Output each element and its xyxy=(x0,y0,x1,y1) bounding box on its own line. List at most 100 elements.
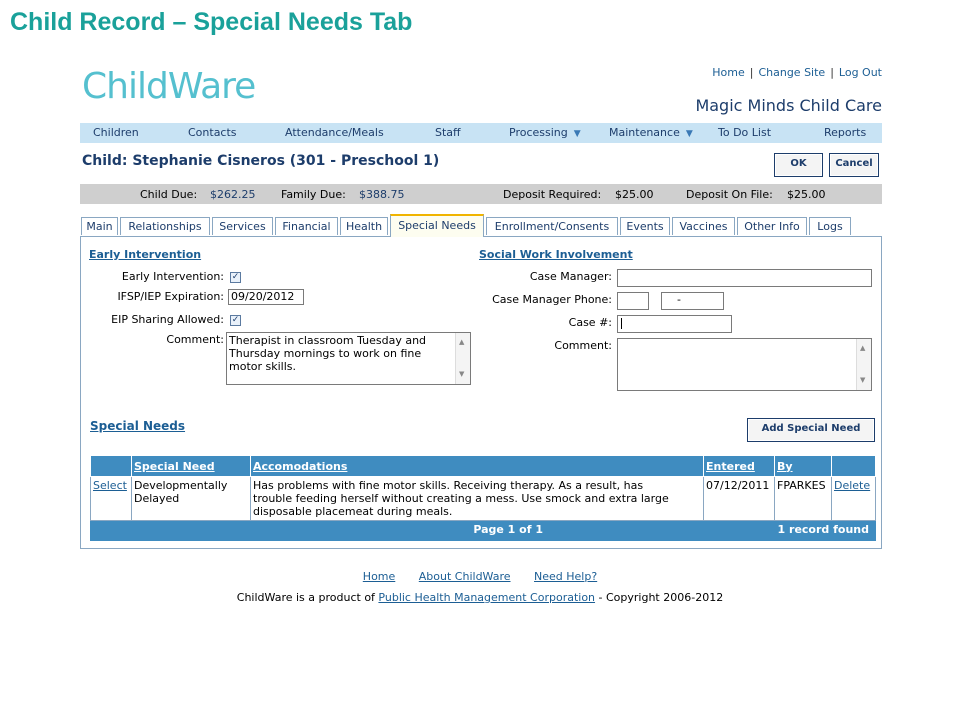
early-intervention-checkbox[interactable]: ✓ xyxy=(230,272,241,283)
cell-line: Has problems with fine motor skills. Rec… xyxy=(253,479,644,492)
textarea-scrollbar[interactable]: ▲ ▼ xyxy=(455,333,470,384)
sw-comment-textarea[interactable]: ▲ ▼ xyxy=(617,338,872,391)
app-frame: ChildWare Home | Change Site | Log Out Magic… xyxy=(80,60,882,549)
select-link[interactable]: Select xyxy=(93,479,127,492)
tab-special-needs[interactable]: Special Needs xyxy=(390,214,484,237)
early-intervention-title[interactable]: Early Intervention xyxy=(89,248,201,261)
cell-line: disposable placemeat during meals. xyxy=(253,505,453,518)
child-due-label: Child Due: xyxy=(140,188,198,201)
ok-button[interactable]: OK xyxy=(774,153,823,177)
case-manager-input[interactable] xyxy=(617,269,872,287)
comment-line: Thursday mornings to work on fine xyxy=(229,347,422,360)
change-site-link[interactable]: Change Site xyxy=(753,66,830,79)
cell-line: Developmentally xyxy=(134,479,228,492)
menu-children[interactable]: Children xyxy=(93,126,139,139)
delete-link[interactable]: Delete xyxy=(834,479,870,492)
sw-comment-label: Comment: xyxy=(554,339,612,352)
phone-number-input[interactable]: - xyxy=(661,292,724,310)
menu-attendance-meals[interactable]: Attendance/Meals xyxy=(285,126,384,139)
checkmark-icon: ✓ xyxy=(231,272,240,282)
special-needs-table: Special Need Accomodations Entered By Se… xyxy=(90,455,876,541)
deposit-on-file-value: $25.00 xyxy=(787,188,826,201)
menu-contacts[interactable]: Contacts xyxy=(188,126,237,139)
logo-part-ware: Ware xyxy=(167,66,257,107)
tab-other-info[interactable]: Other Info xyxy=(737,217,807,235)
slide-title: Child Record – Special Needs Tab xyxy=(10,8,413,36)
family-due-value: $388.75 xyxy=(359,188,405,201)
footer-about-link[interactable]: About ChildWare xyxy=(419,570,511,583)
tab-financial[interactable]: Financial xyxy=(275,217,338,235)
menu-todo[interactable]: To Do List xyxy=(718,126,771,139)
case-manager-phone-label: Case Manager Phone: xyxy=(492,293,612,306)
phmc-link[interactable]: Public Health Management Corporation xyxy=(378,591,595,604)
childware-logo: ChildWare xyxy=(82,66,257,107)
copyright-prefix: ChildWare is a product of xyxy=(236,591,379,604)
menu-staff[interactable]: Staff xyxy=(435,126,461,139)
child-due-value: $262.25 xyxy=(210,188,256,201)
menu-reports[interactable]: Reports xyxy=(824,126,866,139)
footer-help-link[interactable]: Need Help? xyxy=(534,570,597,583)
ei-comment-label: Comment: xyxy=(166,333,224,346)
tab-main[interactable]: Main xyxy=(81,217,118,235)
main-menu: Children Contacts Attendance/Meals Staff… xyxy=(80,123,882,143)
dues-bar: Child Due: $262.25 Family Due: $388.75 D… xyxy=(80,184,882,204)
menu-maintenance-label: Maintenance xyxy=(609,126,680,139)
phone-area-input[interactable] xyxy=(617,292,649,310)
tab-events[interactable]: Events xyxy=(620,217,670,235)
cell-line: Delayed xyxy=(134,492,180,505)
comment-line: Therapist in classroom Tuesday and xyxy=(229,334,427,347)
child-header: Child: Stephanie Cisneros (301 - Prescho… xyxy=(82,153,440,169)
page-footer: Home About ChildWare Need Help? ChildWar… xyxy=(0,570,960,604)
special-needs-title[interactable]: Special Needs xyxy=(90,419,185,433)
tab-health[interactable]: Health xyxy=(340,217,388,235)
site-name: Magic Minds Child Care xyxy=(695,96,882,115)
footer-home-link[interactable]: Home xyxy=(363,570,395,583)
tab-enrollment-consents[interactable]: Enrollment/Consents xyxy=(486,217,618,235)
dropdown-arrow-icon: ▼ xyxy=(573,129,581,139)
tab-logs[interactable]: Logs xyxy=(809,217,851,235)
col-header-special-need[interactable]: Special Need xyxy=(131,455,251,477)
deposit-required-label: Deposit Required: xyxy=(503,188,602,201)
case-number-input[interactable] xyxy=(617,315,732,333)
special-need-cell: Developmentally Delayed xyxy=(131,476,251,521)
tab-services[interactable]: Services xyxy=(212,217,273,235)
eip-sharing-label: EIP Sharing Allowed: xyxy=(111,313,224,326)
table-row: Select Developmentally Delayed Has probl… xyxy=(90,476,876,521)
cancel-button[interactable]: Cancel xyxy=(829,153,879,177)
col-header-entered[interactable]: Entered xyxy=(703,455,775,477)
menu-processing[interactable]: Processing ▼ xyxy=(509,126,581,139)
add-special-need-button[interactable]: Add Special Need xyxy=(747,418,875,442)
text-cursor xyxy=(621,318,622,329)
col-header-by[interactable]: By xyxy=(774,455,832,477)
logo-part-child: Child xyxy=(82,66,169,107)
social-work-title[interactable]: Social Work Involvement xyxy=(479,248,633,261)
tab-relationships[interactable]: Relationships xyxy=(120,217,210,235)
footer-links: Home About ChildWare Need Help? xyxy=(0,570,960,583)
home-link[interactable]: Home xyxy=(707,66,749,79)
scroll-down-icon: ▼ xyxy=(860,376,866,384)
ei-comment-textarea[interactable]: Therapist in classroom Tuesday and Thurs… xyxy=(226,332,471,385)
cell-line: trouble feeding herself without creating… xyxy=(253,492,669,505)
checkmark-icon: ✓ xyxy=(231,315,240,325)
copyright-suffix: - Copyright 2006-2012 xyxy=(595,591,724,604)
top-links: Home | Change Site | Log Out xyxy=(707,66,882,79)
accomodations-cell: Has problems with fine motor skills. Rec… xyxy=(250,476,704,521)
comment-line: motor skills. xyxy=(229,360,297,373)
entered-cell: 07/12/2011 xyxy=(703,476,775,521)
scroll-up-icon: ▲ xyxy=(860,344,866,352)
menu-maintenance[interactable]: Maintenance ▼ xyxy=(609,126,693,139)
scroll-up-icon: ▲ xyxy=(459,338,465,346)
case-number-label: Case #: xyxy=(568,316,612,329)
ifsp-expiration-label: IFSP/IEP Expiration: xyxy=(117,290,224,303)
tab-vaccines[interactable]: Vaccines xyxy=(672,217,735,235)
col-header-accomodations[interactable]: Accomodations xyxy=(250,455,704,477)
tab-bar: Main Relationships Services Financial He… xyxy=(80,214,882,237)
col-header-select xyxy=(90,455,132,477)
deposit-on-file-label: Deposit On File: xyxy=(686,188,773,201)
textarea-scrollbar[interactable]: ▲ ▼ xyxy=(856,339,871,390)
scroll-down-icon: ▼ xyxy=(459,370,465,378)
eip-sharing-checkbox[interactable]: ✓ xyxy=(230,315,241,326)
by-cell: FPARKES xyxy=(774,476,832,521)
ifsp-expiration-input[interactable]: 09/20/2012 xyxy=(228,289,304,305)
logout-link[interactable]: Log Out xyxy=(834,66,882,79)
